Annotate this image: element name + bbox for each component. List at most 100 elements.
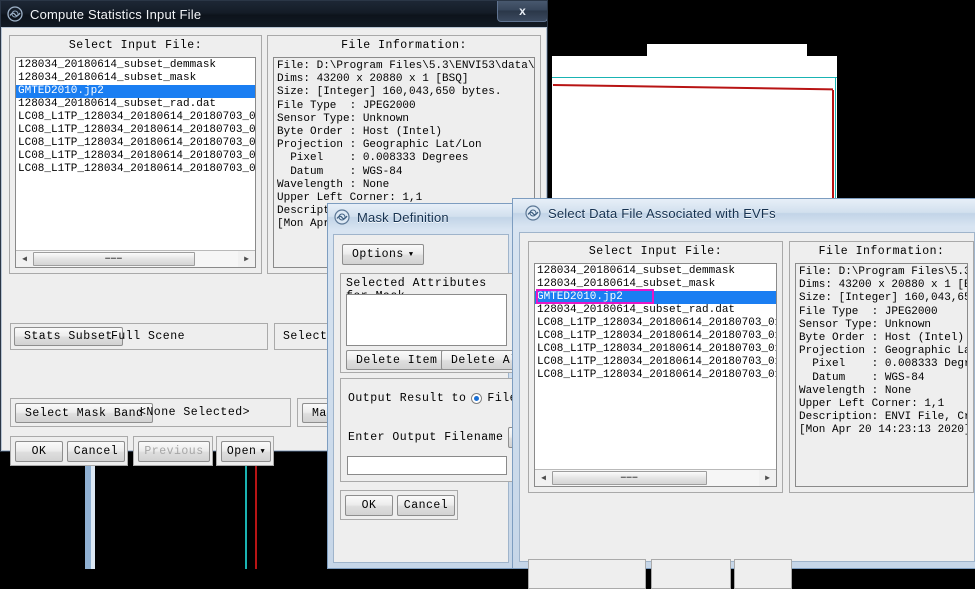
envi-app-icon — [334, 209, 350, 225]
list-item[interactable]: LC08_L1TP_128034_20180614_20180703_01_T1… — [535, 330, 776, 343]
window1-file-information-title: File Information: — [341, 39, 467, 52]
select-mask-band-value: <None Selected> — [139, 406, 251, 419]
window-mask-definition[interactable]: Mask Definition Options ▼ Selected Attri… — [327, 203, 566, 569]
info-line: Wavelength : None — [277, 178, 390, 191]
cancel-button[interactable]: Cancel — [397, 495, 455, 516]
window1-list-hscrollbar[interactable]: ◀ ━━━ ▶ — [16, 250, 255, 267]
window2-button-bar: OK Cancel — [340, 490, 458, 520]
scroll-right-arrow-icon[interactable]: ▶ — [759, 470, 776, 486]
window1-file-rows: 128034_20180614_subset_demmask 128034_201… — [16, 59, 255, 250]
window3-file-information-title: File Information: — [818, 245, 945, 258]
list-item[interactable]: GMTED2010.jp2 — [535, 291, 776, 304]
info-line: Description: ENVI File, Created — [799, 411, 967, 424]
list-item[interactable]: 128034_20180614_subset_demmask — [535, 265, 776, 278]
scroll-track[interactable]: ━━━ — [552, 470, 759, 486]
cancel-button[interactable]: Cancel — [67, 441, 125, 462]
info-line: Size: [Integer] 160,043,650 byt — [799, 292, 967, 305]
list-item[interactable]: 128034_20180614_subset_demmask — [16, 59, 255, 72]
window2-attributes-group: Selected Attributes for Mask Delete Item… — [340, 273, 550, 373]
window3-frame: Select Input File: 128034_20180614_subse… — [513, 227, 975, 589]
info-line: [Mon Apr 20 14:23:13 2020] — [799, 424, 968, 437]
list-item[interactable]: 128034_20180614_subset_rad.dat — [16, 98, 255, 111]
list-item[interactable]: 128034_20180614_subset_rad.dat — [535, 304, 776, 317]
info-line: Sensor Type: Unknown — [277, 112, 410, 125]
window1-select-input-file-title: Select Input File: — [68, 39, 203, 52]
window3-file-information-box: File: D:\Program Files\5.3\ENVIDims: 432… — [795, 263, 968, 487]
list-item[interactable]: LC08_L1TP_128034_20180614_20180703_01_T1… — [16, 163, 255, 176]
scroll-thumb[interactable]: ━━━ — [552, 471, 708, 485]
info-line: File Type : JPEG2000 — [277, 99, 416, 112]
list-item[interactable]: LC08_L1TP_128034_20180614_20180703_01_T1… — [16, 111, 255, 124]
info-line: Upper Left Corner: 1,1 — [799, 398, 945, 411]
window1-title: Compute Statistics Input File — [30, 6, 202, 22]
list-item[interactable]: 128034_20180614_subset_mask — [16, 72, 255, 85]
scroll-right-arrow-icon[interactable]: ▶ — [238, 251, 255, 267]
output-filename-input[interactable] — [347, 456, 507, 475]
ok-button[interactable]: OK — [15, 441, 63, 462]
window3-file-rows: 128034_20180614_subset_demmask 128034_201… — [535, 265, 776, 469]
list-item[interactable]: LC08_L1TP_128034_20180614_20180703_01_T1… — [535, 317, 776, 330]
window2-attributes-listbox[interactable] — [346, 294, 507, 346]
plot-cyan-line-top — [552, 77, 837, 78]
info-line: File: D:\Program Files\5.3\ENVI — [799, 266, 967, 278]
scroll-left-arrow-icon[interactable]: ◀ — [535, 470, 552, 486]
info-line: Datum : WGS-84 — [799, 371, 925, 384]
list-item[interactable]: LC08_L1TP_128034_20180614_20180703_01_T1… — [535, 369, 776, 382]
window2-frame: Options ▼ Selected Attributes for Mask D… — [328, 230, 566, 568]
stats-subset-value: Full Scene — [111, 330, 186, 343]
output-file-radio[interactable] — [471, 393, 483, 404]
window3-file-information-group: File Information: File: D:\Program Files… — [789, 241, 974, 493]
window3-file-listbox[interactable]: 128034_20180614_subset_demmask 128034_201… — [534, 263, 777, 487]
info-line: Wavelength : None — [799, 384, 912, 397]
window3-body: Select Input File: 128034_20180614_subse… — [519, 232, 975, 589]
chevron-down-icon: ▼ — [260, 447, 266, 456]
window2-output-result-row: Output Result to File — [348, 392, 534, 405]
list-item[interactable]: GMTED2010.jp2 — [16, 85, 255, 98]
window3-title: Select Data File Associated with EVFs — [548, 205, 776, 221]
window1-titlebar[interactable]: Compute Statistics Input File x — [1, 1, 547, 27]
info-line: Pixel : 0.008333 Degrees — [812, 358, 967, 371]
open-button-label: Open — [226, 445, 257, 458]
window-select-data-file-evfs[interactable]: Select Data File Associated with EVFs Se… — [512, 198, 975, 589]
window2-body: Options ▼ Selected Attributes for Mask D… — [333, 234, 566, 563]
background-plot-window-bottom — [85, 452, 325, 569]
options-button[interactable]: Options ▼ — [342, 244, 424, 265]
info-line: File Type : JPEG2000 — [799, 305, 938, 318]
stats-subset-button[interactable]: Stats Subset — [14, 327, 123, 346]
list-item[interactable]: 128034_20180614_subset_mask — [535, 278, 776, 291]
window3-list-hscrollbar[interactable]: ◀ ━━━ ▶ — [535, 469, 776, 486]
list-item[interactable]: LC08_L1TP_128034_20180614_20180703_01_T1… — [535, 343, 776, 356]
enter-output-filename-label: Enter Output Filename — [348, 431, 504, 444]
open-button[interactable]: Open ▼ — [221, 441, 271, 462]
envi-app-icon — [525, 205, 541, 221]
window3-file-information-lines: File: D:\Program Files\5.3\ENVIDims: 432… — [799, 266, 967, 438]
list-item[interactable]: LC08_L1TP_128034_20180614_20180703_01_T1… — [535, 356, 776, 369]
background-plot-window-top — [552, 44, 837, 208]
window3-button-bar — [528, 559, 792, 589]
plot-canvas-top — [552, 56, 837, 208]
info-line: Dims: 43200 x 20880 x 1 [BSQ] — [277, 73, 469, 86]
info-line: Dims: 43200 x 20880 x 1 [BSQ] — [799, 279, 967, 292]
ok-button[interactable]: OK — [345, 495, 393, 516]
window3-titlebar[interactable]: Select Data File Associated with EVFs — [513, 199, 975, 227]
list-item[interactable]: LC08_L1TP_128034_20180614_20180703_01_T1… — [16, 137, 255, 150]
select-mask-band-button[interactable]: Select Mask Band — [15, 403, 154, 423]
previous-button[interactable]: Previous — [138, 441, 210, 462]
scroll-track[interactable]: ━━━ — [33, 251, 238, 267]
scroll-left-arrow-icon[interactable]: ◀ — [16, 251, 33, 267]
window1-close-button[interactable]: x — [497, 1, 547, 22]
info-line: File: D:\Program Files\5.3\ENVI53\data\G… — [277, 60, 535, 72]
list-item[interactable]: LC08_L1TP_128034_20180614_20180703_01_T1… — [16, 150, 255, 163]
scroll-thumb[interactable]: ━━━ — [33, 252, 195, 266]
info-line: Sensor Type: Unknown — [799, 318, 932, 331]
envi-app-icon — [7, 6, 23, 22]
info-line: Projection : Geographic Lat/Lon — [277, 139, 482, 152]
delete-item-button[interactable]: Delete Item — [346, 350, 448, 370]
info-line: Size: [Integer] 160,043,650 bytes. — [277, 86, 502, 99]
output-result-label: Output Result to — [348, 392, 467, 405]
window2-titlebar[interactable]: Mask Definition — [328, 204, 514, 230]
info-line: Byte Order : Host (Intel) — [277, 126, 443, 139]
list-item[interactable]: LC08_L1TP_128034_20180614_20180703_01_T1… — [16, 124, 255, 137]
window1-file-listbox[interactable]: 128034_20180614_subset_demmask 128034_201… — [15, 57, 256, 268]
window1-select-input-file-group: Select Input File: 128034_20180614_subse… — [9, 35, 262, 274]
